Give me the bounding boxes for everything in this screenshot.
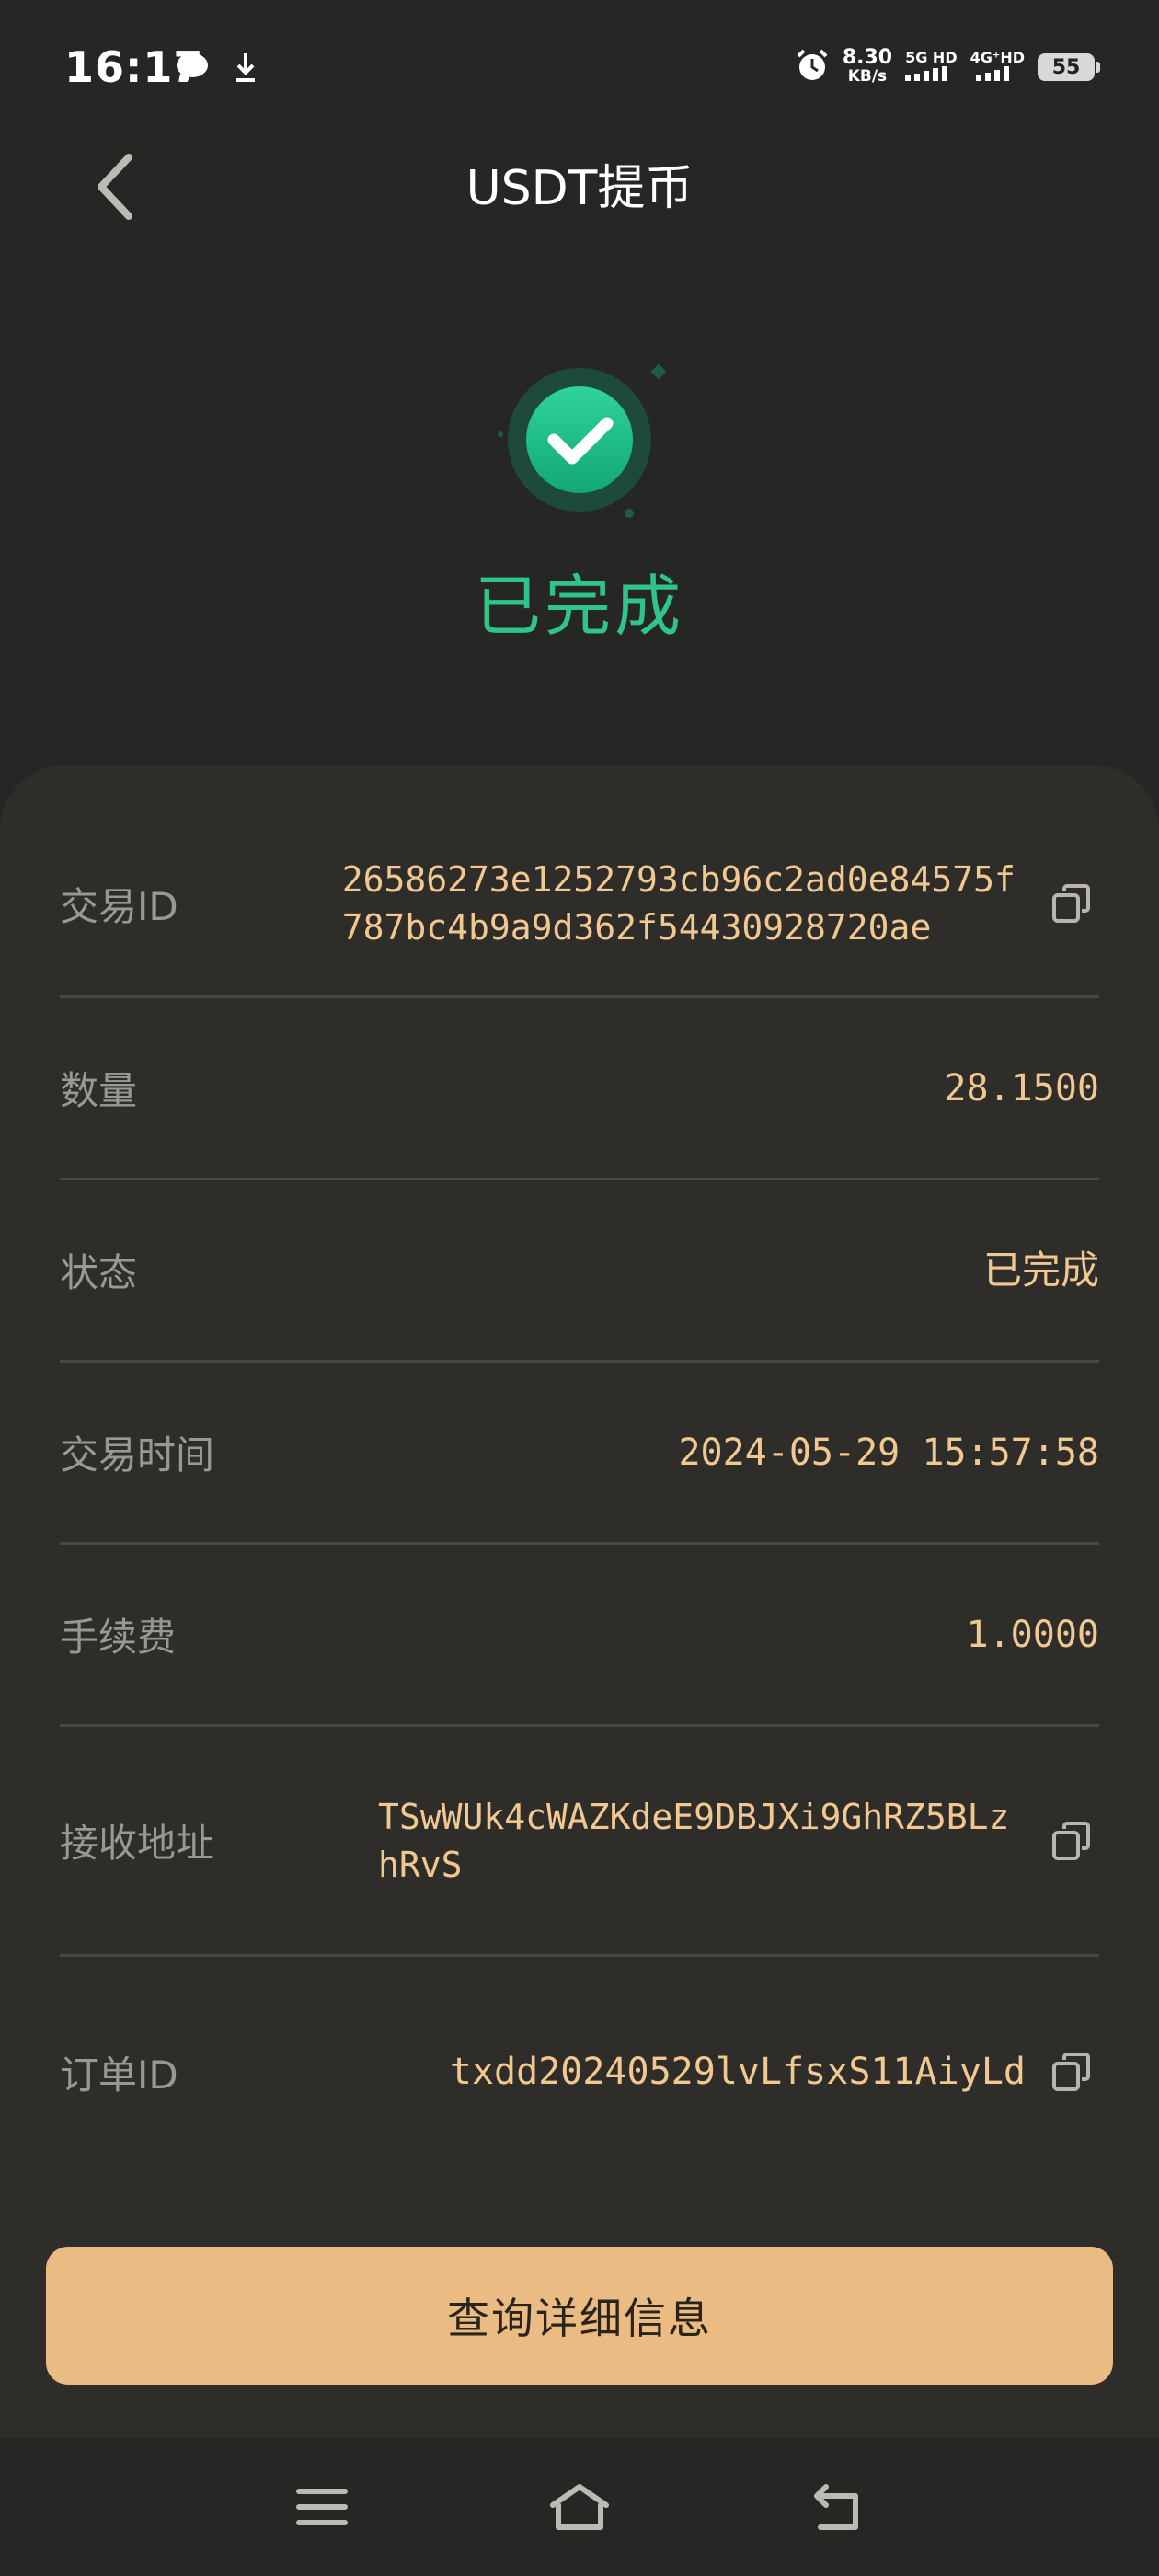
alarm-icon (795, 48, 830, 86)
address-value: TSwWUk4cWAZKdeE9DBJXi9GhRZ5BLzhRvS (378, 1796, 1010, 1885)
page-title: USDT提币 (465, 161, 694, 216)
back-icon (814, 2484, 858, 2530)
detail-row-address: 接收地址 TSwWUk4cWAZKdeE9DBJXi9GhRZ5BLzhRvS (60, 1727, 1099, 1957)
detail-row-order-id: 订单ID txdd20240529lvLfsxS11AiyLd (60, 1957, 1099, 2187)
query-details-button[interactable]: 查询详细信息 (46, 2247, 1113, 2385)
status-right: 8.30 KB/s 5G HD 4G⁺HD 55 (795, 46, 1100, 86)
tx-id-value: 26586273e1252793cb96c2ad0e84575f787bc4b9… (341, 859, 1016, 948)
chat-bubble-icon (175, 52, 210, 86)
download-icon (234, 52, 258, 86)
fee-value: 1.0000 (966, 1613, 1100, 1656)
detail-row-tx-id: 交易ID 26586273e1252793cb96c2ad0e84575f787… (60, 811, 1099, 998)
signal-icon (970, 66, 1020, 85)
copy-order-id-button[interactable] (1044, 2044, 1099, 2099)
detail-row-fee: 手续费 1.0000 (60, 1545, 1099, 1727)
status-bar: 16:17 8.30 KB/s 5G HD 4G⁺HD 55 (0, 0, 1159, 138)
signal-label-1: 5G HD (905, 49, 958, 66)
detail-row-time: 交易时间 2024-05-29 15:57:58 (60, 1363, 1099, 1545)
order-id-value: txdd20240529lvLfsxS11AiyLd (449, 2051, 1026, 2093)
copy-address-button[interactable] (1044, 1813, 1099, 1869)
header: USDT提币 (0, 138, 1159, 239)
menu-icon (296, 2489, 348, 2525)
signal-block-1: 5G HD (905, 50, 958, 85)
net-speed: 8.30 KB/s (842, 46, 893, 86)
home-icon (550, 2484, 609, 2530)
signal-block-2: 4G⁺HD (970, 50, 1025, 85)
system-nav-bar (0, 2438, 1159, 2576)
nav-back-button[interactable] (800, 2475, 874, 2539)
detail-label: 状态 (60, 1250, 138, 1295)
battery-icon: 55 (1038, 53, 1100, 81)
detail-label: 手续费 (60, 1615, 177, 1660)
detail-label: 交易时间 (60, 1432, 215, 1478)
status-left-icons (175, 52, 258, 86)
detail-row-status: 状态 已完成 (60, 1180, 1099, 1363)
detail-label: 交易ID (60, 883, 178, 929)
copy-icon (1052, 2053, 1090, 2091)
net-speed-unit: KB/s (847, 67, 888, 86)
copy-icon (1052, 884, 1090, 923)
copy-icon (1052, 1821, 1090, 1860)
status-title: 已完成 (474, 568, 684, 645)
detail-row-amount: 数量 28.1500 (60, 998, 1099, 1180)
check-circle-icon (478, 350, 681, 534)
status-value: 已完成 (982, 1247, 1099, 1293)
detail-label: 数量 (60, 1068, 138, 1113)
detail-label: 接收地址 (60, 1821, 215, 1866)
time-value: 2024-05-29 15:57:58 (678, 1431, 1099, 1474)
nav-menu-button[interactable] (285, 2475, 359, 2539)
detail-label: 订单ID (60, 2052, 178, 2098)
copy-tx-id-button[interactable] (1044, 876, 1099, 931)
amount-value: 28.1500 (944, 1066, 1099, 1110)
signal-label-2: 4G⁺HD (970, 49, 1025, 66)
signal-icon (905, 66, 955, 85)
net-speed-value: 8.30 (842, 46, 893, 69)
nav-home-button[interactable] (543, 2475, 616, 2539)
